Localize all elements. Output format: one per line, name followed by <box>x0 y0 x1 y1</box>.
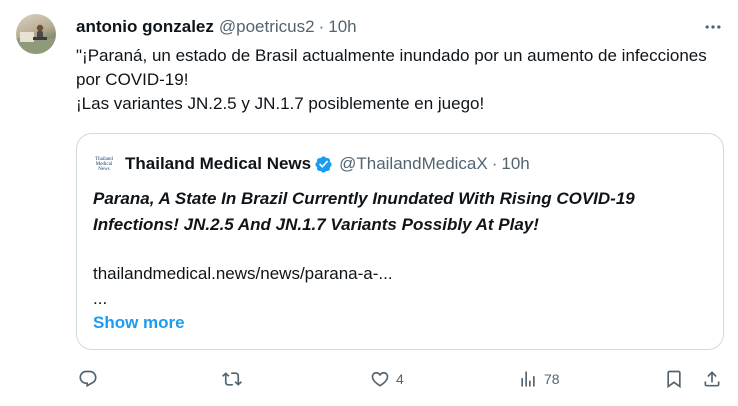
quoted-tweet-time[interactable]: 10h <box>501 154 529 174</box>
quoted-tweet-link[interactable]: thailandmedical.news/news/parana-a-... <box>93 262 393 286</box>
views-count: 78 <box>544 371 560 387</box>
views-icon <box>521 371 535 387</box>
heart-icon <box>371 371 389 387</box>
thailand-medical-news-logo: Thailand Medical News <box>93 153 115 175</box>
bookmark-icon <box>667 370 681 389</box>
author-name[interactable]: antonio gonzalez <box>76 17 214 37</box>
quoted-tweet-header: Thailand Medical News Thailand Medical N… <box>93 152 530 176</box>
quoted-author-name[interactable]: Thailand Medical News <box>125 154 311 174</box>
tweet-text: "¡Paraná, un estado de Brasil actualment… <box>76 44 716 116</box>
separator-dot: · <box>318 17 325 36</box>
user-avatar-icon <box>16 24 56 54</box>
share-button[interactable] <box>702 366 722 392</box>
tweet-time[interactable]: 10h <box>328 17 356 37</box>
verified-badge-icon <box>315 155 332 173</box>
bookmark-button[interactable] <box>664 366 684 392</box>
share-icon <box>704 371 720 387</box>
like-count: 4 <box>396 371 404 387</box>
action-bar: 4 78 <box>76 366 726 392</box>
quoted-separator-dot: · <box>491 154 498 173</box>
like-button[interactable]: 4 <box>370 366 404 392</box>
show-more-link[interactable]: Show more <box>93 311 185 335</box>
quoted-author-handle[interactable]: @ThailandMedicaX <box>339 154 488 174</box>
views-button[interactable]: 78 <box>518 366 560 392</box>
tweet-text-line-2: ¡Las variantes JN.2.5 y JN.1.7 posibleme… <box>76 94 485 113</box>
retweet-button[interactable] <box>222 366 248 392</box>
tweet-header: antonio gonzalez @poetricus2 · 10h <box>76 16 357 38</box>
tweet-text-line-1: "¡Paraná, un estado de Brasil actualment… <box>76 46 707 89</box>
reply-button[interactable] <box>78 366 104 392</box>
quoted-tweet-title: Parana, A State In Brazil Currently Inun… <box>93 189 635 234</box>
avatar[interactable] <box>16 14 56 54</box>
tweet[interactable]: antonio gonzalez @poetricus2 · 10h "¡Par… <box>0 0 738 406</box>
more-options-button[interactable] <box>700 14 726 40</box>
logo-line-3: News <box>98 166 110 172</box>
retweet-icon <box>222 372 242 386</box>
quoted-tweet[interactable]: Thailand Medical News Thailand Medical N… <box>76 133 724 350</box>
author-handle[interactable]: @poetricus2 <box>219 17 315 37</box>
reply-icon <box>79 370 97 388</box>
quoted-tweet-ellipsis: ... <box>93 289 108 308</box>
more-icon <box>705 25 721 29</box>
